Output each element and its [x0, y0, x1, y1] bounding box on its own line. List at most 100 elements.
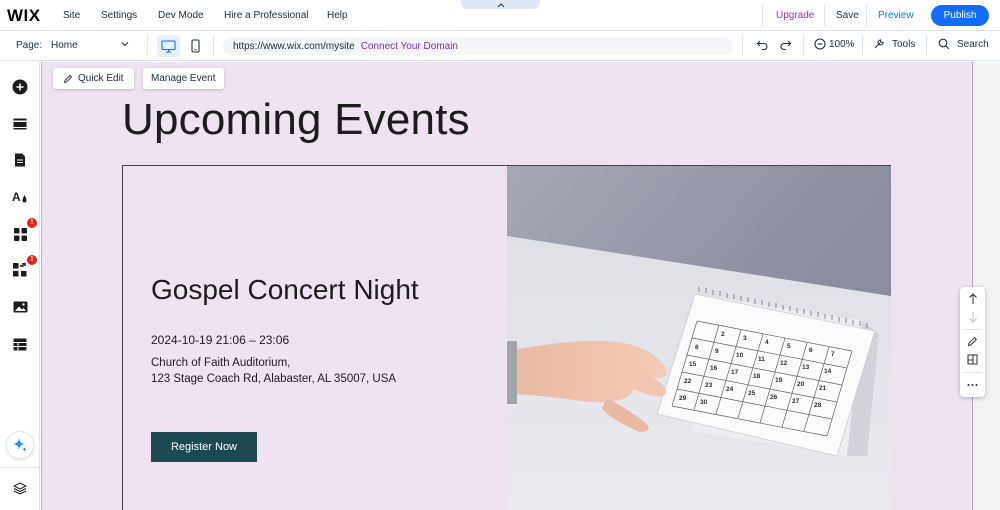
calendar-hand-photo: 234567 891011121314 15161718192021 22232… [507, 166, 891, 510]
canvas-border [41, 62, 42, 510]
event-address[interactable]: 123 Stage Coach Rd, Alabaster, AL 35007,… [151, 373, 396, 385]
desktop-view-button[interactable] [157, 35, 180, 57]
svg-text:19: 19 [775, 377, 783, 384]
media-button[interactable] [11, 298, 29, 316]
business-apps-button[interactable] [11, 261, 29, 279]
tools-label: Tools [892, 38, 916, 50]
apps-button[interactable] [11, 225, 29, 243]
add-elements-button[interactable] [11, 78, 29, 96]
layers-button[interactable] [11, 479, 29, 497]
divider [862, 35, 863, 56]
manage-event-button[interactable]: Manage Event [143, 68, 224, 89]
search-label: Search [957, 38, 989, 50]
event-title[interactable]: Gospel Concert Night [151, 274, 419, 306]
more-icon [967, 383, 978, 386]
pages-button[interactable] [11, 151, 29, 169]
apps-icon [13, 227, 27, 241]
business-apps-icon [13, 263, 27, 277]
divider [866, 5, 867, 26]
mobile-view-button[interactable] [186, 35, 204, 57]
zoom-button[interactable]: 100% [814, 38, 855, 50]
ai-assistant-button[interactable] [7, 432, 33, 458]
svg-text:10: 10 [736, 352, 744, 359]
register-button[interactable]: Register Now [151, 432, 257, 462]
cms-button[interactable] [11, 335, 29, 353]
editor-toolbar: Page: Home https://www.wix.com/mysite Co… [0, 31, 1000, 61]
wix-logo[interactable]: WIX [7, 6, 41, 26]
redo-icon [780, 40, 792, 51]
svg-text:23: 23 [705, 382, 713, 389]
svg-text:9: 9 [715, 348, 719, 355]
svg-text:7: 7 [831, 351, 835, 358]
event-datetime[interactable]: 2024-10-19 21:06 – 23:06 [151, 333, 289, 347]
media-icon [13, 301, 27, 313]
svg-text:3: 3 [743, 335, 747, 342]
save-button[interactable]: Save [836, 0, 859, 31]
svg-text:13: 13 [802, 364, 810, 371]
chevron-down-icon[interactable] [121, 40, 129, 48]
svg-text:26: 26 [770, 394, 778, 401]
divider [803, 35, 804, 56]
svg-text:5: 5 [787, 343, 791, 350]
svg-text:30: 30 [700, 399, 708, 406]
search-button[interactable]: Search [938, 38, 989, 50]
layout-icon [967, 354, 978, 365]
tools-button[interactable]: Tools [873, 38, 915, 50]
edit-button[interactable] [966, 335, 979, 348]
pages-icon [15, 153, 25, 167]
divider [762, 5, 763, 26]
site-design-button[interactable]: A [11, 188, 29, 206]
desktop-icon [161, 39, 176, 53]
move-down-button[interactable] [966, 310, 979, 323]
menu-settings[interactable]: Settings [101, 0, 137, 31]
chevron-up-icon [497, 2, 504, 7]
svg-text:25: 25 [748, 390, 756, 397]
quick-edit-label: Quick Edit [78, 73, 124, 84]
redo-button[interactable] [779, 38, 792, 51]
connect-domain-link[interactable]: Connect Your Domain [361, 41, 458, 52]
quick-edit-button[interactable]: Quick Edit [53, 68, 134, 89]
svg-text:20: 20 [797, 381, 805, 388]
divider [0, 467, 40, 468]
zoom-out-icon [814, 38, 826, 50]
svg-text:29: 29 [679, 395, 687, 402]
divider [147, 35, 148, 56]
page-selector[interactable]: Home [51, 40, 78, 51]
menu-hire-professional[interactable]: Hire a Professional [224, 0, 308, 31]
event-venue[interactable]: Church of Faith Auditorium, [151, 357, 290, 369]
page-title[interactable]: Upcoming Events [122, 95, 470, 145]
svg-text:18: 18 [753, 373, 761, 380]
page-label: Page: [16, 40, 43, 51]
undo-button[interactable] [756, 38, 769, 51]
preview-button[interactable]: Preview [878, 0, 914, 31]
svg-text:12: 12 [780, 360, 788, 367]
svg-text:24: 24 [726, 386, 734, 393]
collapse-toolbar-button[interactable] [461, 0, 540, 9]
publish-button[interactable]: Publish [931, 5, 989, 26]
move-up-button[interactable] [966, 292, 979, 305]
upgrade-link[interactable]: Upgrade [776, 0, 814, 31]
divider [926, 35, 927, 56]
site-url: https://www.wix.com/mysite [233, 40, 355, 52]
top-bar: WIX Site Settings Dev Mode Hire a Profes… [0, 0, 1000, 31]
notification-badge: 1 [27, 218, 37, 228]
event-card[interactable]: Gospel Concert Night 2024-10-19 21:06 – … [122, 165, 891, 510]
menu-help[interactable]: Help [327, 0, 348, 31]
menu-dev-mode[interactable]: Dev Mode [158, 0, 204, 31]
svg-text:27: 27 [792, 398, 800, 405]
arrow-down-icon [968, 311, 977, 323]
pencil-icon [967, 336, 978, 347]
divider [213, 35, 214, 56]
svg-text:15: 15 [689, 361, 697, 368]
menu-site[interactable]: Site [63, 0, 80, 31]
add-elements-icon [12, 79, 28, 95]
tools-icon [874, 39, 884, 49]
event-image[interactable]: 234567 8 9 10 11 12 13 14 15 16 17 18 19 20 21 22 23 2… [507, 166, 891, 510]
layout-button[interactable] [966, 353, 979, 366]
divider [742, 35, 743, 56]
more-actions-button[interactable] [966, 378, 979, 391]
mobile-icon [190, 39, 200, 53]
undo-icon [756, 40, 768, 51]
svg-text:4: 4 [765, 339, 769, 346]
sections-button[interactable] [11, 115, 29, 133]
